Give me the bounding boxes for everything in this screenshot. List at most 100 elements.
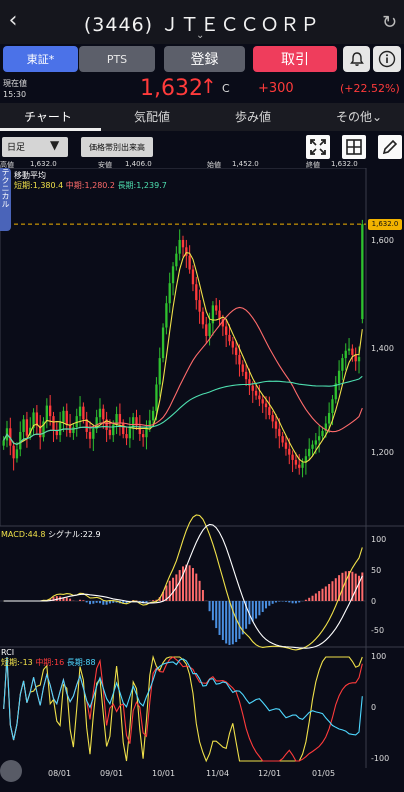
candle-body	[258, 395, 261, 400]
technical-tab[interactable]: テクニカル	[0, 168, 11, 231]
date-tick: 10/01	[152, 769, 176, 778]
tab-quote[interactable]: 気配値	[112, 108, 192, 125]
macd-histogram-bar	[261, 601, 264, 612]
current-price-label: 現在値	[3, 79, 27, 88]
candle-body	[301, 462, 304, 468]
rci-tick: -100	[371, 754, 390, 763]
tab-chart[interactable]: チャート	[8, 108, 88, 125]
grid-icon	[346, 139, 362, 155]
macd-histogram-bar	[358, 575, 361, 601]
macd-histogram-bar	[102, 601, 105, 605]
candle-body	[238, 354, 241, 365]
macd-tick: 100	[371, 535, 387, 544]
candle-body	[225, 326, 228, 335]
price-panel-frame	[0, 168, 367, 527]
candle-body	[58, 422, 62, 436]
candle-body	[344, 350, 347, 359]
candle-body	[288, 448, 291, 455]
trade-button[interactable]: 取引	[253, 46, 337, 72]
macd-histogram-bar	[178, 570, 181, 601]
rci-tick: 100	[371, 652, 387, 661]
fullscreen-button[interactable]	[306, 135, 330, 159]
price-change: +300	[258, 81, 294, 96]
candle-body	[308, 448, 311, 457]
market-tse-button[interactable]: 東証*	[3, 46, 78, 72]
volume-profile-button[interactable]: 価格帯別出来高	[81, 137, 153, 157]
candle-body	[188, 255, 191, 270]
tab-ticks[interactable]: 歩み値	[213, 108, 293, 125]
macd-histogram-bar	[208, 601, 211, 612]
tab-more[interactable]: その他⌄	[314, 108, 404, 125]
candle-body	[281, 436, 284, 443]
candle-body	[15, 449, 19, 459]
candle-body	[198, 300, 201, 312]
high-value: 1,632.0	[30, 160, 57, 168]
macd-histogram-bar	[65, 597, 68, 601]
candle-body	[191, 269, 195, 285]
candle-body	[102, 408, 105, 420]
candle-body	[208, 323, 211, 336]
candle-body	[88, 431, 92, 439]
macd-histogram-bar	[55, 596, 58, 601]
period-value: 日足	[7, 143, 26, 153]
period-select[interactable]: 日足 ▼	[2, 137, 68, 157]
candle-body	[347, 348, 351, 351]
macd-histogram-bar	[314, 593, 317, 601]
macd-histogram-bar	[294, 601, 297, 604]
macd-histogram-bar	[182, 566, 184, 601]
signal-value: シグナル:22.9	[48, 530, 101, 539]
macd-histogram-bar	[251, 601, 254, 622]
candle-body	[108, 429, 112, 436]
candle-body	[351, 348, 354, 355]
candle-body	[25, 419, 29, 436]
candle-body	[151, 410, 155, 421]
macd-histogram-bar	[284, 601, 287, 602]
info-button[interactable]	[373, 46, 401, 72]
date-tick: 08/01	[48, 769, 72, 778]
price-time: 15:30	[3, 90, 27, 99]
rci-short: 短期:-13	[1, 658, 33, 667]
low-value: 1,406.0	[125, 160, 152, 168]
current-price: 1,632	[140, 76, 203, 101]
candle-body	[314, 440, 318, 445]
candle-body	[171, 266, 175, 284]
candle-body	[215, 305, 218, 311]
macd-histogram-bar	[291, 601, 294, 604]
refresh-icon[interactable]: ↻	[382, 12, 397, 33]
rci-long: 長期:88	[66, 658, 96, 667]
macd-histogram-bar	[238, 601, 241, 639]
date-tick: 01/05	[312, 769, 336, 778]
layout-button[interactable]	[342, 135, 366, 159]
candle-body	[158, 358, 161, 385]
back-icon[interactable]: ‹	[2, 8, 24, 34]
candle-body	[122, 423, 125, 435]
macd-histogram-bar	[318, 591, 321, 601]
scroll-handle[interactable]	[0, 760, 22, 782]
macd-histogram-bar	[98, 601, 101, 604]
rci-mid-line	[3, 656, 363, 762]
ma-long: 長期:1,239.7	[117, 181, 167, 190]
market-pts-button[interactable]: PTS	[79, 46, 155, 72]
chevron-down-icon[interactable]: ⌄	[196, 30, 204, 41]
macd-histogram-bar	[225, 601, 228, 644]
macd-histogram-bar	[69, 598, 72, 601]
candle-body	[12, 445, 15, 459]
alert-button[interactable]	[343, 46, 370, 72]
chart-canvas[interactable]	[0, 168, 404, 768]
macd-histogram-bar	[311, 595, 314, 601]
macd-histogram-bar	[321, 588, 324, 601]
candle-body	[291, 454, 294, 460]
register-button[interactable]: 登録	[164, 46, 245, 72]
draw-button[interactable]	[378, 135, 402, 159]
candle-body	[48, 405, 52, 417]
macd-histogram-bar	[265, 601, 268, 609]
candle-body	[112, 424, 115, 436]
last-price-tag: 1,632.0	[368, 219, 402, 230]
macd-histogram-bar	[92, 601, 95, 604]
macd-histogram-bar	[255, 601, 258, 619]
macd-histogram-bar	[324, 586, 327, 601]
candle-body	[264, 403, 268, 408]
macd-histogram-bar	[172, 577, 175, 601]
candle-body	[251, 385, 254, 391]
rci-legend: RCI 短期:-13 中期:16 長期:88	[1, 648, 96, 668]
